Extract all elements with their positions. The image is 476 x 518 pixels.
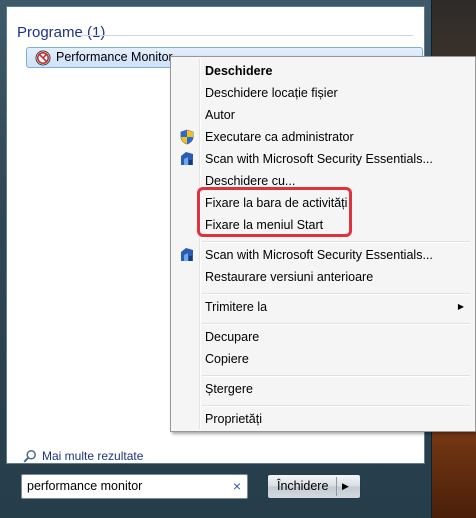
context-menu: Deschidere Deschidere locație fișier Aut…: [170, 56, 476, 432]
menu-item-cut[interactable]: Decupare: [174, 326, 472, 348]
menu-item-delete[interactable]: Ștergere: [174, 378, 472, 400]
menu-separator: [202, 375, 470, 377]
security-essentials-icon: [179, 247, 195, 263]
submenu-arrow-icon: ▶: [457, 302, 464, 311]
menu-item-properties[interactable]: Proprietăți: [174, 408, 472, 430]
uac-shield-icon: [179, 129, 195, 145]
menu-item-copy[interactable]: Copiere: [174, 348, 472, 370]
menu-item-scan-mse[interactable]: Scan with Microsoft Security Essentials.…: [174, 148, 472, 170]
menu-item-label: Executare ca administrator: [205, 130, 354, 144]
menu-item-label: Copiere: [205, 352, 249, 366]
section-divider: [79, 35, 413, 36]
menu-item-label: Proprietăți: [205, 412, 262, 426]
menu-item-scan-mse-2[interactable]: Scan with Microsoft Security Essentials.…: [174, 244, 472, 266]
menu-item-send-to[interactable]: Trimitere la ▶: [174, 296, 472, 318]
menu-item-author[interactable]: Autor: [174, 104, 472, 126]
performance-monitor-icon: [35, 50, 51, 66]
section-title-programs: Programe (1): [17, 24, 106, 41]
menu-separator: [202, 241, 470, 243]
search-icon: [23, 449, 37, 463]
shutdown-button-divider: [336, 477, 337, 496]
start-menu-bottom-bar: performance monitor × Închidere ▶: [6, 464, 425, 518]
menu-separator: [202, 405, 470, 407]
menu-item-restore-previous-versions[interactable]: Restaurare versiuni anterioare: [174, 266, 472, 288]
menu-separator: [202, 293, 470, 295]
menu-item-label: Deschidere locație fișier: [205, 86, 338, 100]
menu-item-open-file-location[interactable]: Deschidere locație fișier: [174, 82, 472, 104]
menu-item-label: Scan with Microsoft Security Essentials.…: [205, 152, 433, 166]
menu-item-label: Decupare: [205, 330, 260, 344]
shutdown-button[interactable]: Închidere ▶: [267, 474, 361, 499]
menu-item-open[interactable]: Deschidere: [174, 60, 472, 82]
menu-separator: [202, 323, 470, 325]
shutdown-options-arrow-icon[interactable]: ▶: [342, 475, 349, 498]
menu-item-label: Deschidere: [205, 64, 273, 78]
clear-search-icon[interactable]: ×: [233, 475, 241, 497]
menu-item-label: Restaurare versiuni anterioare: [205, 270, 374, 284]
search-input-value: performance monitor: [27, 479, 143, 493]
result-item-label: Performance Monitor: [56, 50, 173, 64]
shutdown-button-label: Închidere: [277, 479, 329, 493]
security-essentials-icon: [179, 151, 195, 167]
menu-item-label: Trimitere la: [205, 300, 268, 314]
menu-item-run-as-admin[interactable]: Executare ca administrator: [174, 126, 472, 148]
search-input[interactable]: performance monitor ×: [21, 474, 248, 499]
menu-item-label: Ștergere: [205, 382, 253, 396]
more-results-label: Mai multe rezultate: [42, 449, 144, 463]
pin-options-highlight: [197, 187, 352, 237]
menu-item-label: Autor: [205, 108, 235, 122]
menu-item-label: Scan with Microsoft Security Essentials.…: [205, 248, 433, 262]
